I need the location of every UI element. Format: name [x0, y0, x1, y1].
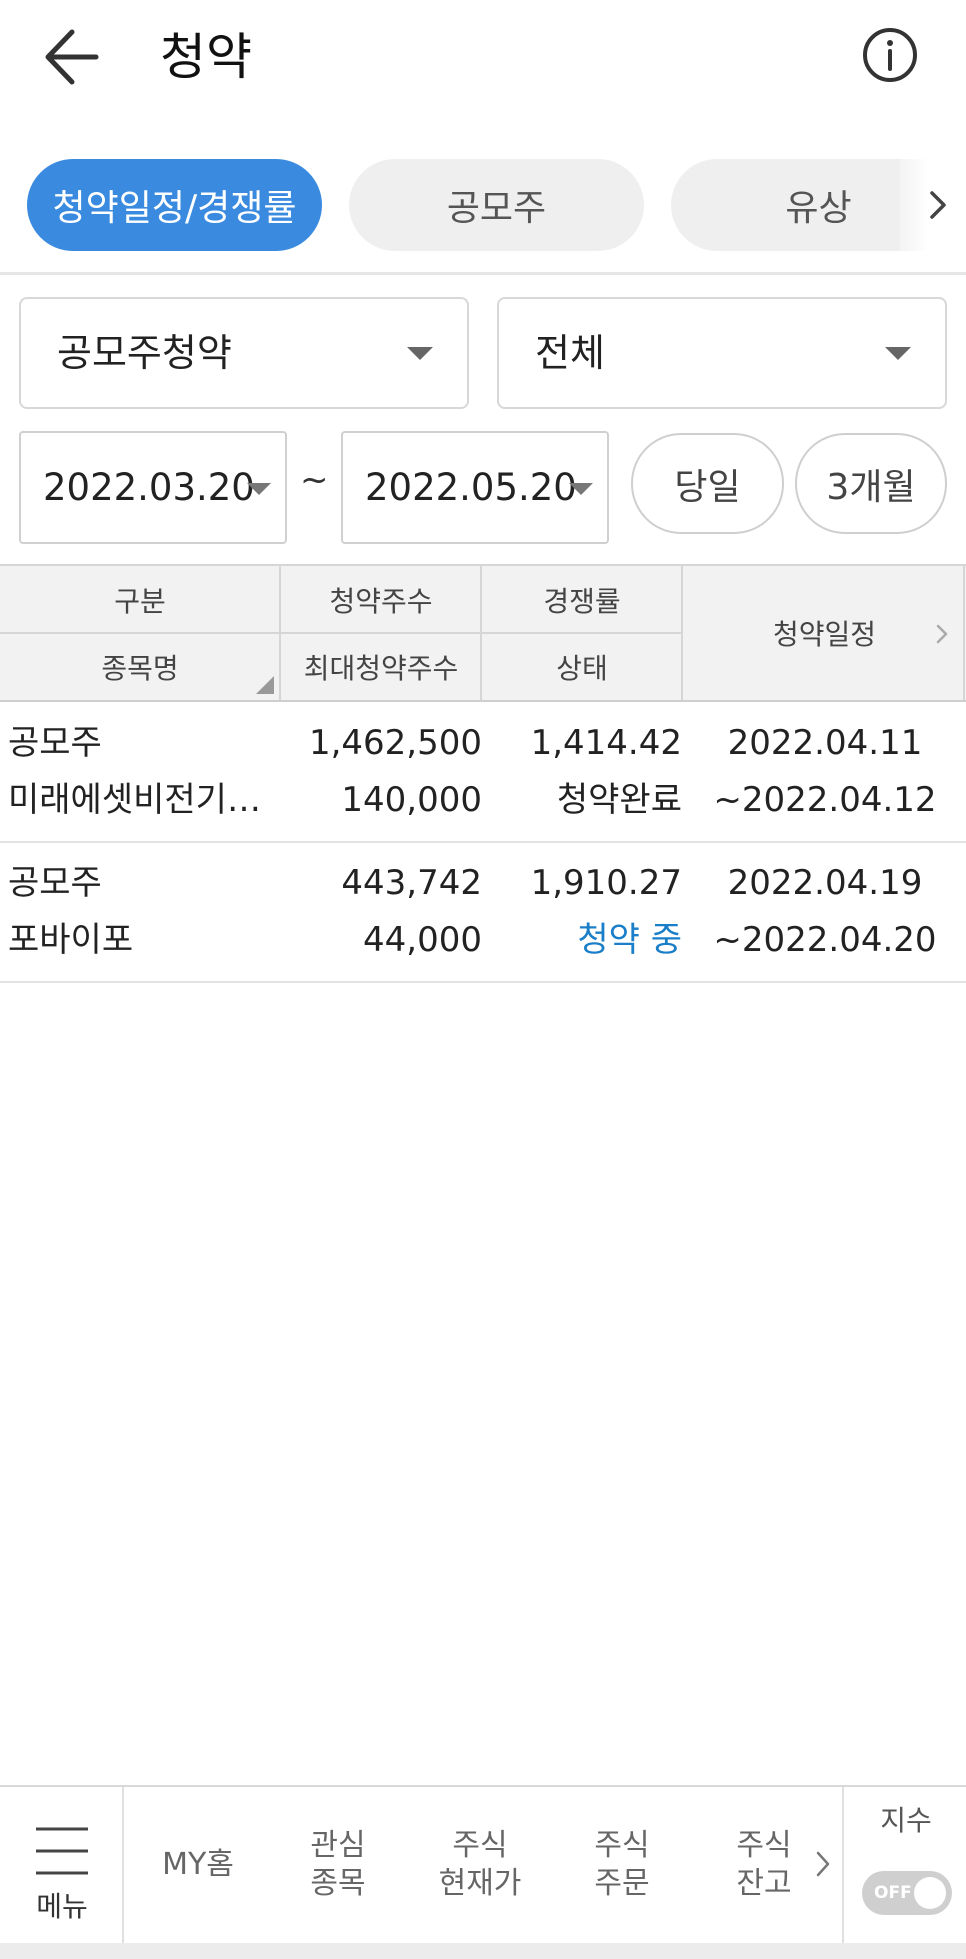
- row-name: 포바이포: [8, 920, 134, 960]
- row-category: 공모주: [8, 863, 102, 903]
- header-max-shares: 최대청약주수: [303, 651, 459, 685]
- subscription-type-value: 공모주청약: [57, 331, 232, 375]
- tabs-scroll-right-button[interactable]: [922, 185, 954, 225]
- section-divider: [0, 272, 966, 275]
- scope-select[interactable]: 전체: [497, 297, 947, 409]
- menu-label: 메뉴: [36, 1890, 88, 1923]
- header-name[interactable]: 종목명: [0, 633, 280, 700]
- row-end-date: ~2022.04.20: [713, 920, 937, 960]
- toggle-state-label: OFF: [874, 1883, 912, 1903]
- index-panel: 지수 OFF: [842, 1787, 966, 1943]
- header-divider: [963, 566, 965, 700]
- row-start-date: 2022.04.19: [727, 863, 923, 903]
- toggle-knob: [914, 1877, 946, 1909]
- tab-bar: 청약일정/경쟁률 공모주 유상: [0, 155, 966, 255]
- info-button[interactable]: [862, 27, 918, 83]
- arrow-left-icon: [45, 29, 99, 85]
- sort-indicator-icon: [256, 676, 274, 694]
- row-category: 공모주: [8, 723, 102, 763]
- table-row[interactable]: 공모주 포바이포 443,742 44,000 1,910.27 청약 중 20…: [0, 843, 966, 983]
- row-name: 미래에셋비전기…: [8, 780, 261, 820]
- header-competition: 경쟁률: [543, 584, 621, 618]
- header-sub-shares: 청약주수: [329, 584, 433, 618]
- nav-scroll-right-button[interactable]: [814, 1847, 832, 1881]
- nav-my-home[interactable]: MY홈: [128, 1787, 268, 1943]
- chevron-right-icon: [816, 1851, 830, 1877]
- end-date-picker[interactable]: 2022.05.20: [341, 431, 609, 544]
- header-category: 구분: [114, 584, 166, 618]
- subscription-type-select[interactable]: 공모주청약: [19, 297, 469, 409]
- row-max-shares: 140,000: [341, 780, 482, 820]
- hamburger-icon: [36, 1827, 88, 1875]
- caret-down-icon: [569, 483, 593, 495]
- back-button[interactable]: [40, 22, 110, 92]
- nav-stock-order[interactable]: 주식 주문: [552, 1787, 692, 1943]
- caret-down-icon: [247, 483, 271, 495]
- nav-stock-balance[interactable]: 주식 잔고: [694, 1787, 834, 1943]
- row-end-date: ~2022.04.12: [713, 780, 937, 820]
- caret-down-icon: [885, 347, 911, 360]
- row-max-shares: 44,000: [363, 920, 482, 960]
- start-date-picker[interactable]: 2022.03.20: [19, 431, 287, 544]
- tab-schedule-competition[interactable]: 청약일정/경쟁률: [27, 159, 322, 251]
- schedule-scroll-button[interactable]: [934, 622, 950, 646]
- three-month-button[interactable]: 3개월: [795, 433, 947, 534]
- row-sub-shares: 443,742: [341, 863, 482, 903]
- row-start-date: 2022.04.11: [727, 723, 923, 763]
- system-bar: [0, 1943, 966, 1959]
- bottom-navigation: 메뉴 MY홈 관심 종목 주식 현재가 주식 주문 주식 잔고 지수 OFF: [0, 1785, 966, 1943]
- row-competition: 1,414.42: [530, 723, 682, 763]
- end-date-value: 2022.05.20: [365, 466, 577, 509]
- table-row[interactable]: 공모주 미래에셋비전기… 1,462,500 140,000 1,414.42 …: [0, 703, 966, 843]
- date-range-separator: ~: [300, 460, 329, 500]
- menu-button[interactable]: 메뉴: [0, 1787, 124, 1943]
- scope-value: 전체: [535, 331, 605, 375]
- chevron-right-icon: [936, 624, 948, 644]
- nav-watchlist[interactable]: 관심 종목: [268, 1787, 408, 1943]
- info-circle-icon: [863, 28, 917, 82]
- caret-down-icon: [407, 347, 433, 360]
- header-divider: [0, 632, 682, 634]
- page-title: 청약: [160, 28, 252, 86]
- tab-ipo[interactable]: 공모주: [349, 159, 644, 251]
- start-date-value: 2022.03.20: [43, 466, 255, 509]
- row-status: 청약완료: [556, 780, 682, 820]
- row-status: 청약 중: [577, 920, 682, 960]
- chevron-right-icon: [930, 191, 946, 219]
- index-toggle[interactable]: OFF: [862, 1871, 952, 1915]
- row-sub-shares: 1,462,500: [308, 723, 482, 763]
- header-status: 상태: [556, 651, 608, 685]
- today-button[interactable]: 당일: [631, 433, 784, 534]
- nav-stock-quote[interactable]: 주식 현재가: [410, 1787, 550, 1943]
- header-schedule[interactable]: 청약일정: [683, 566, 966, 700]
- index-label: 지수: [880, 1804, 932, 1837]
- app-header: 청약: [0, 0, 966, 115]
- row-competition: 1,910.27: [530, 863, 682, 903]
